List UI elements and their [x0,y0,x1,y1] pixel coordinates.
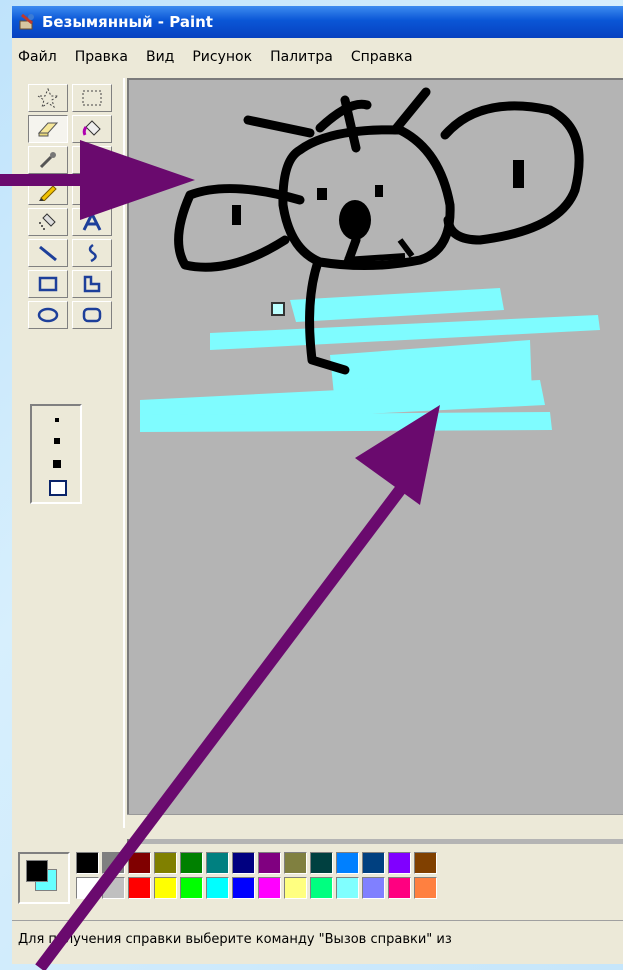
color-swatch[interactable] [102,877,125,899]
color-swatch[interactable] [310,852,333,874]
color-swatch[interactable] [310,877,333,899]
rect-select-icon [82,90,102,106]
size-option-1[interactable] [55,418,59,422]
text-tool[interactable] [72,208,112,236]
curve-tool[interactable] [72,239,112,267]
rounded-rect-tool[interactable] [72,301,112,329]
eraser-tool[interactable] [28,115,68,143]
color-swatch[interactable] [284,852,307,874]
title-bar[interactable]: Безымянный - Paint [12,6,623,38]
polygon-tool[interactable] [72,270,112,298]
fill-bucket-icon [82,120,101,136]
color-swatch[interactable] [336,852,359,874]
airbrush-tool[interactable] [28,208,68,236]
menu-image[interactable]: Рисунок [183,49,261,65]
color-palette [12,846,623,916]
size-option-3[interactable] [53,460,61,468]
size-option-4[interactable] [49,480,67,496]
rounded-rect-icon [82,307,102,323]
text-A-icon [82,212,102,231]
current-colors[interactable] [18,852,70,904]
color-swatch[interactable] [154,852,177,874]
status-text: Для получения справки выберите команду "… [18,932,452,947]
star-select-icon [37,88,59,108]
color-swatch[interactable] [102,852,125,874]
brush-tool[interactable] [72,177,112,205]
horizontal-scrollbar[interactable] [127,814,623,839]
eyedropper-icon [39,152,56,169]
curve-icon [88,243,97,263]
color-swatch[interactable] [76,877,99,899]
paint-app-icon [18,13,36,31]
eraser-icon [37,122,59,137]
color-swatch[interactable] [128,877,151,899]
primary-color [26,860,48,882]
toolbox [12,78,125,828]
polygon-icon [83,275,101,293]
magnifier-icon [84,152,102,170]
color-swatch[interactable] [414,877,437,899]
color-swatch[interactable] [258,852,281,874]
line-icon [39,245,57,262]
ellipse-icon [37,307,59,323]
pencil-tool[interactable] [28,177,68,205]
select-tool[interactable] [72,84,112,112]
color-swatch[interactable] [362,877,385,899]
color-swatch[interactable] [388,852,411,874]
color-swatch[interactable] [232,852,255,874]
menu-file[interactable]: Файл [12,49,66,65]
menu-bar: Файл Правка Вид Рисунок Палитра Справка [12,44,623,70]
color-swatch[interactable] [76,852,99,874]
size-option-2[interactable] [54,438,60,444]
eraser-size-box [30,404,82,504]
menu-edit[interactable]: Правка [66,49,137,65]
color-swatch[interactable] [128,852,151,874]
color-swatch[interactable] [180,852,203,874]
color-swatch[interactable] [362,852,385,874]
magnifier-tool[interactable] [72,146,112,174]
color-swatch[interactable] [232,877,255,899]
airbrush-icon [39,213,56,230]
swatch-grid [76,852,440,902]
color-swatch[interactable] [206,852,229,874]
color-swatch[interactable] [206,877,229,899]
menu-palette[interactable]: Палитра [261,49,342,65]
rectangle-icon [38,276,58,292]
rectangle-tool[interactable] [28,270,68,298]
paint-window: Безымянный - Paint Файл Правка Вид Рисун… [12,6,623,964]
pencil-icon [39,185,57,201]
color-swatch[interactable] [414,852,437,874]
color-swatch[interactable] [180,877,203,899]
menu-view[interactable]: Вид [137,49,183,65]
eyedropper-tool[interactable] [28,146,68,174]
status-bar: Для получения справки выберите команду "… [12,920,623,958]
canvas-area [127,78,623,844]
color-swatch[interactable] [258,877,281,899]
color-swatch[interactable] [336,877,359,899]
color-swatch[interactable] [388,877,411,899]
color-swatch[interactable] [154,877,177,899]
window-title: Безымянный - Paint [42,13,213,31]
line-tool[interactable] [28,239,68,267]
fill-tool[interactable] [72,115,112,143]
menu-help[interactable]: Справка [342,49,422,65]
ellipse-tool[interactable] [28,301,68,329]
brush-icon [85,181,101,201]
color-swatch[interactable] [284,877,307,899]
free-select-tool[interactable] [28,84,68,112]
